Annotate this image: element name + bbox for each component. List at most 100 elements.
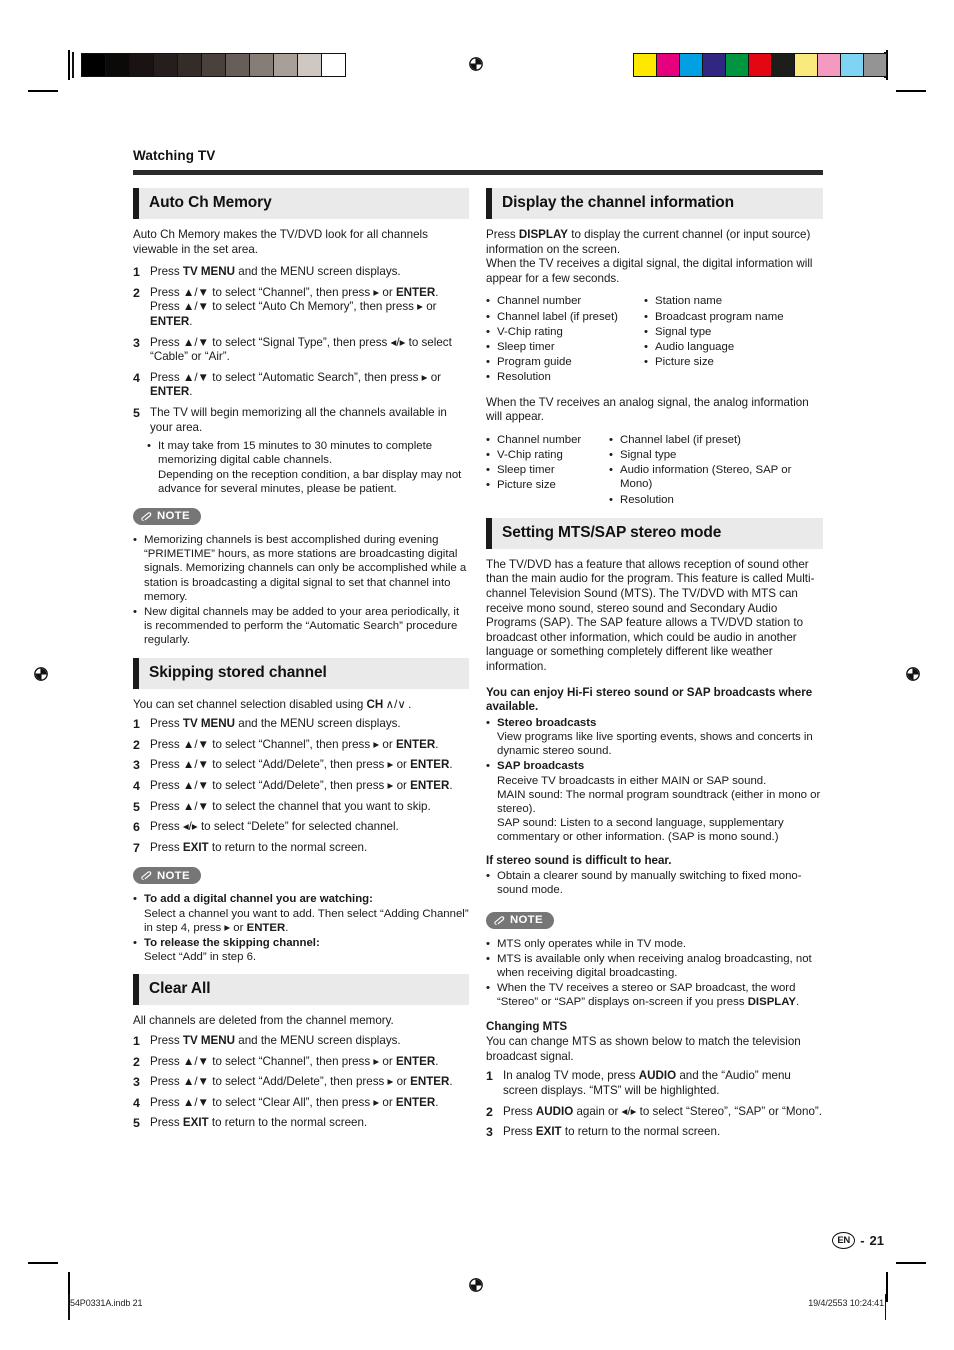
bullet-dot xyxy=(644,340,655,354)
step-item: 4 Press ▲/▼ to select “Clear All”, then p… xyxy=(133,1096,469,1111)
step-number: 1 xyxy=(133,1033,140,1048)
step-text: Press ▲/▼ to select “Signal Type”, then … xyxy=(150,335,452,364)
grayscale-swatch xyxy=(202,54,226,76)
footer-timestamp: 19/4/2553 10:24:41 xyxy=(808,1298,884,1308)
crop-mark-bottom-right-vertical xyxy=(886,1272,888,1302)
grayscale-swatch xyxy=(250,54,274,76)
bullet-text: Memorizing channels is best accomplished… xyxy=(144,533,467,603)
note-item: Memorizing channels is best accomplished… xyxy=(133,533,469,604)
step-item: 5 The TV will begin memorizing all the ch… xyxy=(133,406,469,435)
step-text: Press ▲/▼ to select “Channel”, then pres… xyxy=(150,1054,439,1068)
color-swatch xyxy=(864,54,886,76)
step-text: Press ▲/▼ to select “Add/Delete”, then p… xyxy=(150,758,453,772)
bullet-dot xyxy=(486,325,497,339)
bullet-dot xyxy=(147,439,158,496)
bullet-dot xyxy=(644,355,655,369)
info-item: Channel label (if preset) xyxy=(486,310,644,324)
bullet-dot xyxy=(609,433,620,447)
section-heading-skipping-stored-channel: Skipping stored channel xyxy=(133,657,469,689)
step-number: 5 xyxy=(133,1116,140,1131)
changing-mts-intro: You can change MTS as shown below to mat… xyxy=(486,1035,801,1063)
auto-ch-memory-steps: 1 Press TV MENU and the MENU screen displ… xyxy=(133,265,469,435)
color-swatch xyxy=(795,54,818,76)
color-swatch xyxy=(680,54,703,76)
color-swatch xyxy=(772,54,795,76)
bullet-text: Channel label (if preset) xyxy=(497,310,618,323)
info-item: Broadcast program name xyxy=(644,310,823,324)
step-item: 3 Press ▲/▼ to select “Add/Delete”, then … xyxy=(133,1075,469,1090)
bullet-text: SAP broadcasts Receive TV broadcasts in e… xyxy=(497,760,821,844)
grayscale-swatch xyxy=(178,54,202,76)
bullet-dot xyxy=(644,294,655,308)
bullet-dot xyxy=(609,448,620,462)
note-badge-label: NOTE xyxy=(510,914,543,927)
step-number: 3 xyxy=(133,335,140,350)
chapter-rule xyxy=(133,170,823,175)
bullet-text: Audio language xyxy=(655,340,735,353)
info-item: Channel number xyxy=(486,294,644,308)
auto-ch-memory-notes: Memorizing channels is best accomplished… xyxy=(133,533,469,648)
footer-rule-right xyxy=(884,1294,886,1320)
note-badge: NOTE xyxy=(133,867,201,885)
step-item: 4 Press ▲/▼ to select “Automatic Search”,… xyxy=(133,371,469,400)
step-item: 1 Press TV MENU and the MENU screen displ… xyxy=(133,265,469,280)
bullet-dot xyxy=(133,936,144,964)
step-number: 4 xyxy=(133,1095,140,1110)
bullet-text: Stereo broadcasts View programs like live… xyxy=(497,716,813,758)
bullet-text: Station name xyxy=(655,295,723,308)
difficult-to-hear-items: Obtain a clearer sound by manually switc… xyxy=(486,869,823,897)
info-item: Audio information (Stereo, SAP or Mono) xyxy=(609,463,823,491)
info-item: Sleep timer xyxy=(486,340,644,354)
step-number: 2 xyxy=(486,1104,493,1119)
info-item: Sleep timer xyxy=(486,463,609,477)
changing-mts-heading: Changing MTS xyxy=(486,1019,568,1033)
step-number: 4 xyxy=(133,370,140,385)
clear-all-steps: 1 Press TV MENU and the MENU screen displ… xyxy=(133,1034,469,1131)
grayscale-swatch xyxy=(106,54,130,76)
grayscale-swatch xyxy=(226,54,250,76)
color-swatch xyxy=(657,54,680,76)
bullet-dot xyxy=(486,937,497,951)
step-text: Press ▲/▼ to select “Channel”, then pres… xyxy=(150,285,439,328)
section-heading-setting-mts-sap: Setting MTS/SAP stereo mode xyxy=(486,517,823,549)
color-swatch xyxy=(634,54,657,76)
info-item: Picture size xyxy=(486,478,609,492)
bullet-dot xyxy=(486,869,497,897)
info-item: Resolution xyxy=(486,370,644,384)
bullet-text: Broadcast program name xyxy=(655,310,784,323)
note-item: MTS only operates while in TV mode. xyxy=(486,937,823,951)
sub-bullet-item: It may take from 15 minutes to 30 minute… xyxy=(147,439,469,496)
step-text: Press ▲/▼ to select “Add/Delete”, then p… xyxy=(150,1075,453,1089)
right-column: Display the channel information Press DI… xyxy=(486,188,823,1148)
color-swatch xyxy=(749,54,772,76)
color-swatch xyxy=(703,54,726,76)
color-swatch xyxy=(818,54,841,76)
step-number: 1 xyxy=(133,265,140,280)
step-number: 3 xyxy=(133,1075,140,1090)
step-number: 2 xyxy=(133,285,140,300)
step-number: 5 xyxy=(133,799,140,814)
step-item: 6 Press ◂/▸ to select “Delete” for select… xyxy=(133,820,469,835)
skipping-stored-channel-notes: To add a digital channel you are watchin… xyxy=(133,892,469,964)
note-item: When the TV receives a stereo or SAP bro… xyxy=(486,981,823,1009)
bullet-dot xyxy=(609,493,620,507)
digital-info-items: Channel number Channel label (if preset) V… xyxy=(486,294,823,385)
grayscale-swatch xyxy=(274,54,298,76)
note-item: To release the skipping channel:Select “… xyxy=(133,936,469,964)
step-number: 2 xyxy=(133,737,140,752)
step-item: 2 Press ▲/▼ to select “Channel”, then pre… xyxy=(133,1055,469,1070)
step-number: 1 xyxy=(486,1069,493,1084)
step-text: In analog TV mode, press AUDIO and the “… xyxy=(503,1069,791,1097)
hifi-item: SAP broadcastsReceive TV broadcasts in e… xyxy=(486,759,823,844)
note-badge: NOTE xyxy=(486,911,554,929)
grayscale-swatch xyxy=(154,54,178,76)
info-item: Audio language xyxy=(644,340,823,354)
pencil-icon xyxy=(141,512,152,521)
grayscale-swatch xyxy=(82,54,106,76)
bullet-dot xyxy=(486,433,497,447)
step-text: Press ▲/▼ to select “Automatic Search”, … xyxy=(150,370,442,399)
page-number-block: EN - 21 xyxy=(832,1232,884,1249)
grayscale-swatch xyxy=(298,54,322,76)
bullet-text: When the TV receives a stereo or SAP bro… xyxy=(497,982,800,1009)
step-number: 3 xyxy=(486,1125,493,1140)
